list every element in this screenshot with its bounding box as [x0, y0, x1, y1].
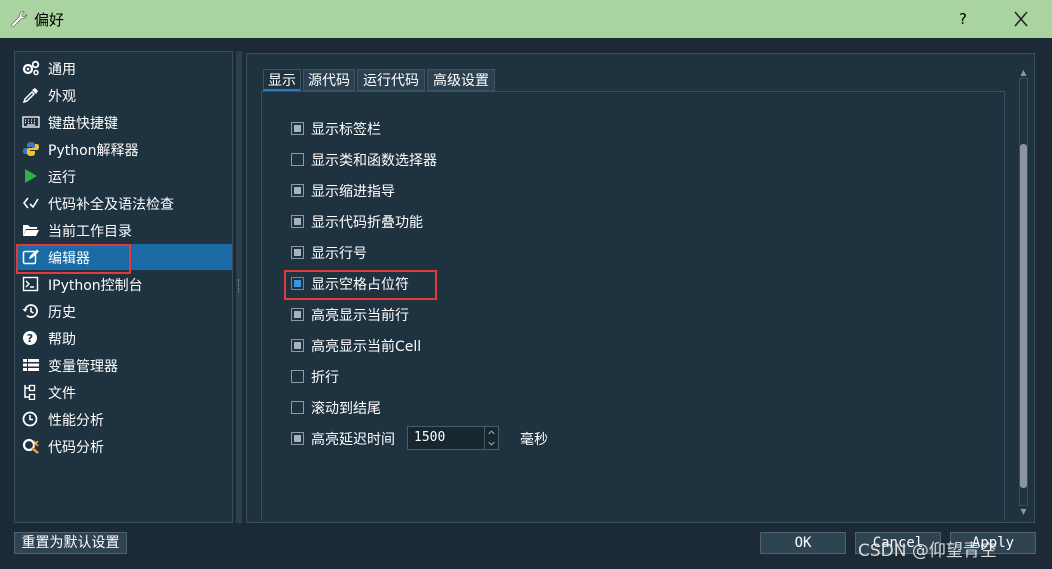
- title-bar: 偏好 ?: [0, 0, 1052, 38]
- checkbox[interactable]: [291, 122, 304, 135]
- code-analysis-icon: [22, 438, 39, 454]
- nav-item-label: 代码分析: [48, 440, 104, 456]
- keyboard-icon: [22, 116, 40, 128]
- eyedropper-icon: [22, 88, 38, 103]
- checkbox[interactable]: [291, 339, 304, 352]
- nav-item-label: 文件: [48, 386, 76, 402]
- nav-item-editor[interactable]: 编辑器: [16, 244, 232, 270]
- spin-down-icon[interactable]: [484, 438, 498, 449]
- nav-item-help[interactable]: ? 帮助: [16, 325, 232, 351]
- option-label: 显示行号: [311, 246, 367, 262]
- nav-item-history[interactable]: 历史: [16, 298, 232, 324]
- nav-item-label: 性能分析: [48, 413, 104, 429]
- checkbox[interactable]: [291, 401, 304, 414]
- spinbox-value[interactable]: 1500: [414, 430, 445, 445]
- splitter-handle[interactable]: [236, 51, 242, 523]
- nav-item-label: 当前工作目录: [48, 224, 132, 240]
- highlight-delay-spinbox[interactable]: 1500: [407, 426, 499, 450]
- scroll-down-icon[interactable]: ▼: [1018, 507, 1029, 516]
- table-list-icon: [23, 359, 39, 371]
- code-check-icon: [22, 197, 39, 209]
- tab-source-code[interactable]: 源代码: [303, 69, 355, 91]
- checkbox[interactable]: [291, 308, 304, 321]
- unit-label: 毫秒: [520, 432, 548, 448]
- nav-item-label: 键盘快捷键: [48, 116, 118, 132]
- option-highlight-delay[interactable]: 高亮延迟时间 1500 毫秒: [291, 426, 591, 450]
- wrench-icon: [11, 11, 27, 27]
- option-label: 显示空格占位符: [311, 277, 409, 293]
- option-label: 显示缩进指导: [311, 184, 395, 200]
- nav-item-label: 通用: [48, 62, 76, 78]
- tab-run-code[interactable]: 运行代码: [357, 69, 425, 91]
- option-label: 高亮显示当前行: [311, 308, 409, 324]
- nav-item-profiler[interactable]: 性能分析: [16, 406, 232, 432]
- window-title: 偏好: [34, 11, 65, 29]
- clock-icon: [22, 411, 38, 427]
- close-icon[interactable]: [1009, 8, 1033, 30]
- checkbox[interactable]: [291, 370, 304, 383]
- option-label: 显示标签栏: [311, 122, 381, 138]
- checkbox[interactable]: [291, 277, 304, 290]
- cancel-button[interactable]: Cancel: [855, 532, 941, 554]
- nav-item-label: 历史: [48, 305, 76, 321]
- nav-item-label: 代码补全及语法检查: [48, 197, 174, 213]
- checkbox[interactable]: [291, 246, 304, 259]
- checkbox[interactable]: [291, 184, 304, 197]
- edit-icon: [22, 249, 39, 265]
- checkbox[interactable]: [291, 153, 304, 166]
- nav-item-variable-explorer[interactable]: 变量管理器: [16, 352, 232, 378]
- nav-item-working-directory[interactable]: 当前工作目录: [16, 217, 232, 243]
- option-label: 显示类和函数选择器: [311, 153, 437, 169]
- nav-item-code-analysis[interactable]: 代码分析: [16, 433, 232, 459]
- nav-item-label: 变量管理器: [48, 359, 118, 375]
- nav-item-label: 编辑器: [48, 251, 90, 267]
- preferences-nav: 通用 外观 键盘快捷键 Python解释器 运行 代码补全及语法检查 当前工作目…: [14, 51, 233, 523]
- preferences-window: 偏好 ? 通用 外观 键盘快捷键 Python解释器 运行 代码补全及语法检查 …: [0, 0, 1052, 569]
- ok-button[interactable]: OK: [760, 532, 846, 554]
- tab-display[interactable]: 显示: [263, 69, 301, 91]
- nav-item-completion-linting[interactable]: 代码补全及语法检查: [16, 190, 232, 216]
- checkbox[interactable]: [291, 432, 304, 445]
- nav-item-label: 外观: [48, 89, 76, 105]
- checkbox[interactable]: [291, 215, 304, 228]
- history-icon: [22, 304, 38, 318]
- svg-text:?: ?: [27, 332, 33, 345]
- file-tree-icon: [24, 384, 36, 400]
- nav-item-label: Python解释器: [48, 143, 139, 159]
- option-label: 高亮显示当前Cell: [311, 339, 422, 355]
- reset-defaults-button[interactable]: 重置为默认设置: [14, 532, 127, 554]
- nav-item-general[interactable]: 通用: [16, 55, 232, 81]
- spin-up-icon[interactable]: [484, 427, 498, 438]
- nav-item-run[interactable]: 运行: [16, 163, 232, 189]
- nav-item-label: 帮助: [48, 332, 76, 348]
- vertical-scrollbar[interactable]: ▲ ▼: [1017, 68, 1030, 516]
- nav-item-python-interpreter[interactable]: Python解释器: [16, 136, 232, 162]
- scroll-thumb[interactable]: [1020, 144, 1027, 488]
- option-label: 折行: [311, 370, 339, 386]
- gears-icon: [22, 60, 40, 76]
- nav-item-label: 运行: [48, 170, 76, 186]
- terminal-icon: [22, 276, 39, 292]
- python-icon: [23, 142, 39, 156]
- nav-item-label: IPython控制台: [48, 278, 143, 294]
- grip-icon: [238, 279, 241, 293]
- option-label: 显示代码折叠功能: [311, 215, 423, 231]
- play-icon: [25, 169, 37, 183]
- nav-item-appearance[interactable]: 外观: [16, 82, 232, 108]
- nav-item-ipython-console[interactable]: IPython控制台: [16, 271, 232, 297]
- question-circle-icon: ?: [23, 331, 37, 345]
- apply-button[interactable]: Apply: [950, 532, 1036, 554]
- help-button[interactable]: ?: [952, 8, 974, 30]
- scroll-up-icon[interactable]: ▲: [1018, 68, 1029, 77]
- tab-advanced-settings[interactable]: 高级设置: [427, 69, 495, 91]
- nav-item-files[interactable]: 文件: [16, 379, 232, 405]
- nav-item-keyboard-shortcuts[interactable]: 键盘快捷键: [16, 109, 232, 135]
- option-label: 滚动到结尾: [311, 401, 381, 417]
- folder-open-icon: [23, 225, 39, 236]
- option-label: 高亮延迟时间: [311, 432, 395, 448]
